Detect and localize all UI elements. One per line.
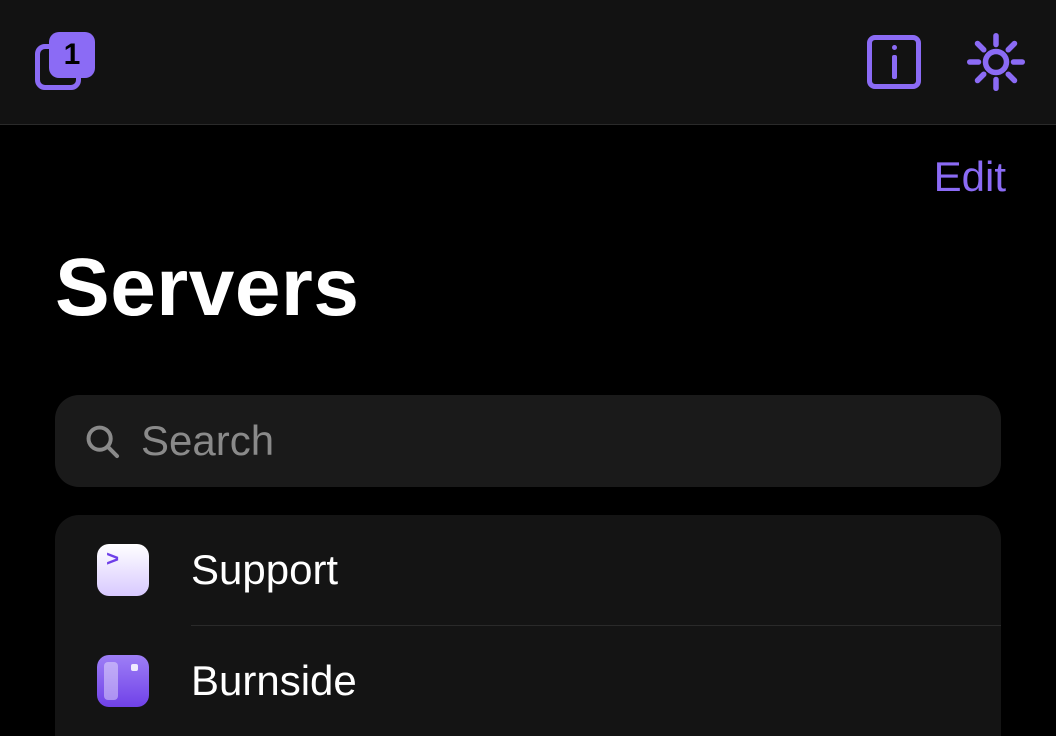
search-field[interactable] bbox=[55, 395, 1001, 487]
settings-button[interactable] bbox=[966, 32, 1026, 92]
edit-button[interactable]: Edit bbox=[934, 153, 1006, 201]
toolbar: 1 bbox=[0, 0, 1056, 125]
panel-icon bbox=[97, 655, 149, 707]
server-label: Burnside bbox=[191, 657, 357, 705]
info-icon bbox=[892, 45, 897, 79]
info-button[interactable] bbox=[867, 35, 921, 89]
toolbar-right bbox=[867, 32, 1026, 92]
tabs-button[interactable]: 1 bbox=[35, 32, 95, 92]
terminal-icon bbox=[97, 544, 149, 596]
toolbar-left: 1 bbox=[35, 32, 95, 92]
server-label: Support bbox=[191, 546, 338, 594]
page-title: Servers bbox=[0, 201, 1056, 335]
search-input[interactable] bbox=[141, 417, 973, 465]
server-list: Support Burnside bbox=[55, 515, 1001, 736]
search-icon bbox=[83, 422, 121, 460]
edit-bar: Edit bbox=[0, 125, 1056, 201]
tabs-count: 1 bbox=[64, 38, 81, 72]
server-item-burnside[interactable]: Burnside bbox=[55, 626, 1001, 736]
tabs-count-badge: 1 bbox=[49, 32, 95, 78]
gear-icon bbox=[966, 32, 1026, 92]
server-item-support[interactable]: Support bbox=[55, 515, 1001, 625]
